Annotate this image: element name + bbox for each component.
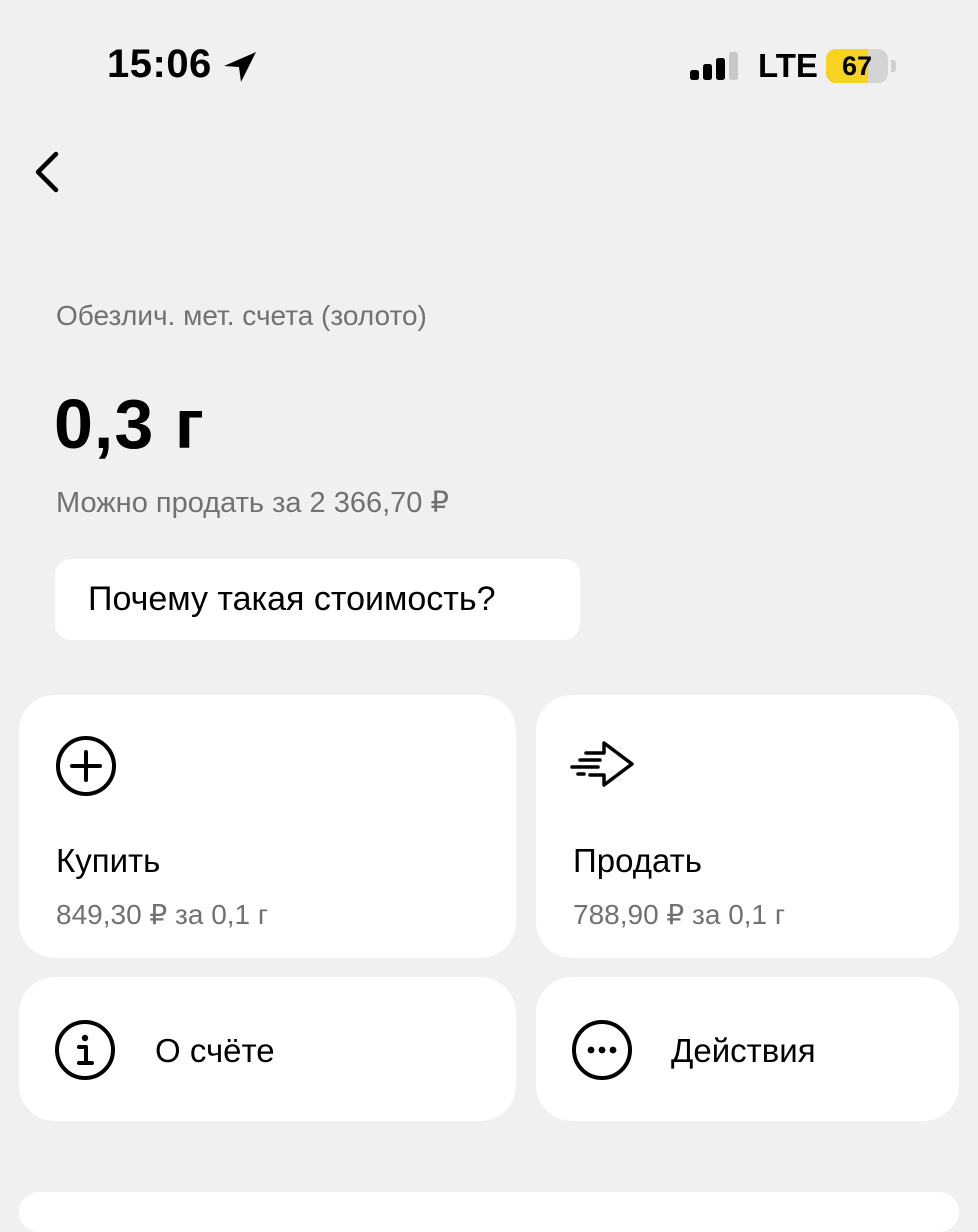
status-bar: 15:06 LTE 67: [0, 0, 978, 130]
battery-body: 67: [826, 49, 888, 83]
status-time: 15:06: [107, 42, 212, 86]
buy-price: 849,30 ₽ за 0,1 г: [56, 899, 269, 930]
battery-indicator: 67: [826, 49, 898, 83]
plus-circle-icon: [56, 736, 116, 796]
sell-card[interactable]: Продать 788,90 ₽ за 0,1 г: [536, 695, 959, 958]
chevron-left-icon: [35, 151, 59, 193]
about-account-label: О счёте: [155, 1032, 275, 1069]
sell-estimate: Можно продать за 2 366,70 ₽: [56, 487, 449, 519]
sell-price: 788,90 ₽ за 0,1 г: [573, 899, 786, 930]
network-type: LTE: [758, 47, 818, 84]
sell-title: Продать: [573, 842, 702, 879]
battery-percentage: 67: [841, 51, 873, 81]
fast-arrow-right-icon: [570, 741, 634, 787]
buy-title: Купить: [56, 842, 161, 879]
about-account-card[interactable]: О счёте: [19, 977, 516, 1121]
actions-card[interactable]: Действия: [536, 977, 959, 1121]
actions-label: Действия: [671, 1032, 816, 1069]
bottom-card[interactable]: [19, 1192, 959, 1232]
account-type-label: Обезлич. мет. счета (золото): [56, 300, 427, 331]
why-price-button[interactable]: Почему такая стоимость?: [55, 559, 580, 640]
buy-card[interactable]: Купить 849,30 ₽ за 0,1 г: [19, 695, 516, 958]
more-horizontal-circle-icon: [572, 1020, 632, 1080]
account-amount: 0,3 г: [54, 385, 205, 463]
location-arrow-icon: [224, 52, 256, 82]
battery-cap: [891, 60, 896, 72]
back-button[interactable]: [20, 140, 80, 204]
cellular-signal-icon: [690, 52, 738, 80]
info-circle-icon: [55, 1020, 115, 1080]
